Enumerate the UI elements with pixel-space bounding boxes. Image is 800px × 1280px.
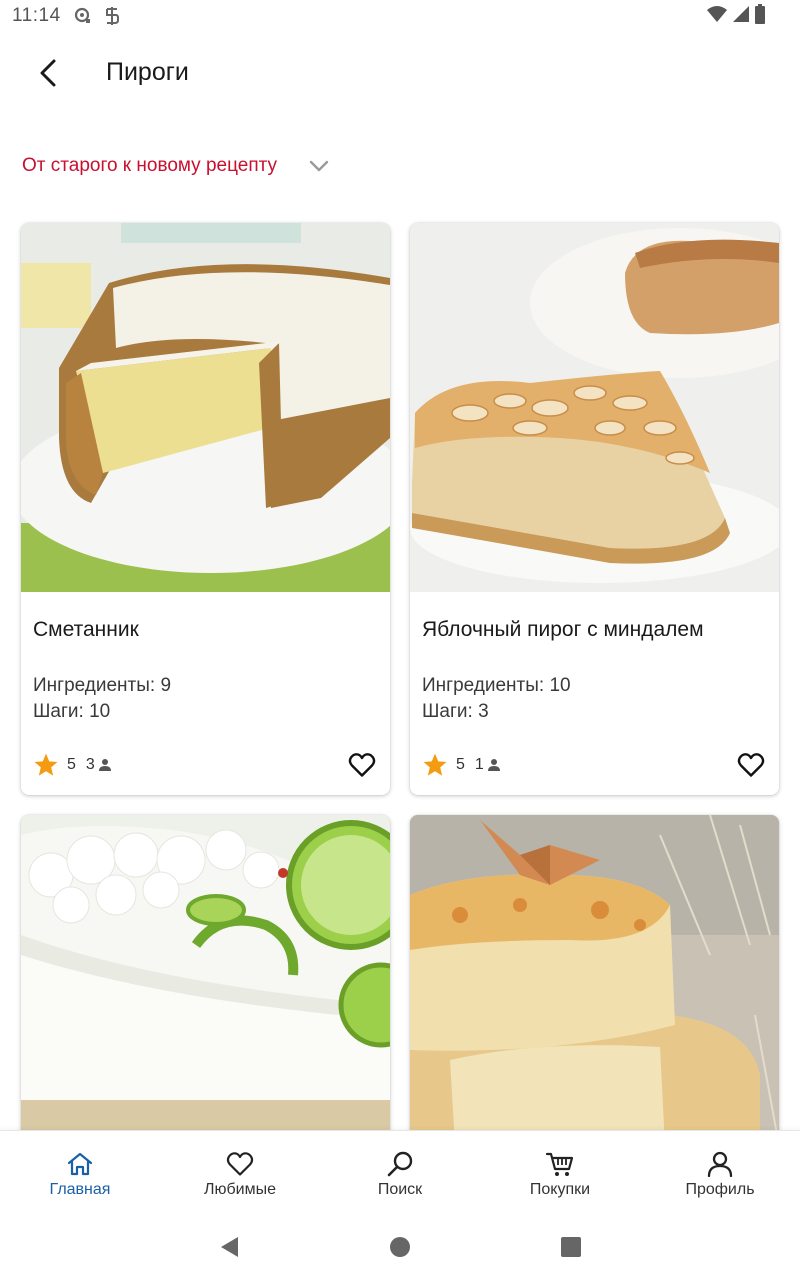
review-count: 1: [474, 756, 484, 773]
recipe-image-apple-pie: [410, 815, 779, 1184]
system-recents-icon[interactable]: [558, 1234, 584, 1260]
system-back-icon[interactable]: [216, 1234, 242, 1260]
recipe-image-apple-almond-pie: [410, 223, 779, 592]
recipe-title: Яблочный пирог с миндалем: [422, 618, 704, 641]
recipe-image-sour-cream-pie: [21, 223, 390, 592]
rating-value: 5: [456, 756, 465, 773]
recipe-meta: Ингредиенты: 10 Шаги: 3: [422, 673, 571, 725]
page-title: Пироги: [106, 58, 189, 86]
steps-count: Шаги: 3: [422, 701, 489, 722]
recipe-meta: Ингредиенты: 9 Шаги: 10: [33, 673, 171, 725]
data-saver-icon: [103, 6, 121, 26]
star-icon: [33, 752, 59, 778]
recipe-footer: 5 1: [422, 749, 767, 781]
person-icon: [98, 757, 114, 773]
nav-label: Покупки: [529, 1181, 591, 1198]
sort-dropdown[interactable]: От старого к новому рецепту: [22, 148, 331, 184]
status-bar: 11:14: [0, 0, 800, 32]
nav-favorites[interactable]: Любимые: [160, 1131, 320, 1211]
signal-icon: [732, 5, 750, 28]
person-icon: [487, 757, 503, 773]
nav-profile[interactable]: Профиль: [640, 1131, 800, 1211]
arrow-back-icon: [37, 59, 61, 92]
heart-icon: [225, 1149, 255, 1179]
rating-value: 5: [67, 756, 76, 773]
profile-icon: [705, 1149, 735, 1179]
bottom-navigation: Главная Любимые Поиск Покупки Профиль: [0, 1130, 800, 1210]
chevron-down-icon: [307, 154, 331, 178]
nav-home[interactable]: Главная: [0, 1131, 160, 1211]
notification-icon: [74, 7, 92, 25]
back-button[interactable]: [28, 54, 70, 96]
nav-search[interactable]: Поиск: [320, 1131, 480, 1211]
wifi-icon: [706, 5, 728, 28]
search-icon: [385, 1149, 415, 1179]
recipe-footer: 5 3: [33, 749, 378, 781]
recipe-image-lime-pie: [21, 815, 390, 1184]
ingredients-count: Ингредиенты: 9: [33, 675, 172, 696]
heart-icon: [348, 753, 376, 777]
heart-icon: [737, 753, 765, 777]
nav-shopping[interactable]: Покупки: [480, 1131, 640, 1211]
status-indicators: [706, 3, 766, 29]
ingredients-count: Ингредиенты: 10: [422, 675, 571, 696]
nav-label: Поиск: [377, 1181, 423, 1198]
sort-selected-label: От старого к новому рецепту: [22, 155, 278, 176]
cart-icon: [545, 1149, 575, 1179]
review-count: 3: [85, 756, 95, 773]
recipe-title: Сметанник: [33, 618, 139, 641]
steps-count: Шаги: 10: [33, 701, 111, 722]
app-bar: Пироги: [0, 40, 800, 110]
system-navigation-bar: [0, 1210, 800, 1280]
favorite-button[interactable]: [735, 749, 767, 781]
system-home-icon[interactable]: [387, 1234, 413, 1260]
nav-label: Главная: [49, 1181, 111, 1198]
nav-label: Профиль: [685, 1181, 755, 1198]
favorite-button[interactable]: [346, 749, 378, 781]
home-icon: [65, 1149, 95, 1179]
battery-icon: [754, 3, 766, 29]
nav-label: Любимые: [204, 1181, 276, 1198]
star-icon: [422, 752, 448, 778]
recipe-card[interactable]: Яблочный пирог с миндалем Ингредиенты: 1…: [410, 223, 779, 795]
recipe-card[interactable]: Сметанник Ингредиенты: 9 Шаги: 10 5 3: [21, 223, 390, 795]
status-time: 11:14: [12, 5, 61, 26]
